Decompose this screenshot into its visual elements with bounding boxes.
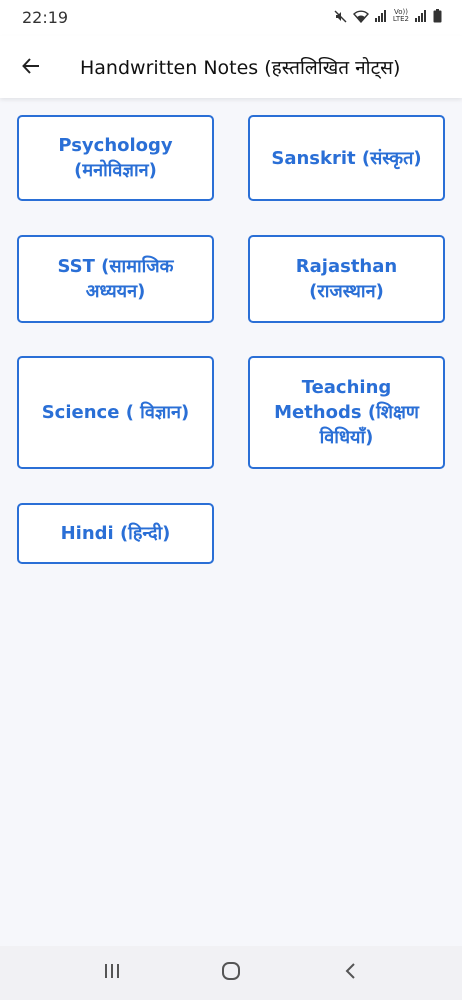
recents-button[interactable]	[97, 960, 127, 986]
nav-back-button[interactable]	[336, 960, 366, 986]
back-button[interactable]	[14, 51, 48, 85]
subject-card-label: Science ( विज्ञान)	[41, 402, 190, 423]
subject-card-sanskrit[interactable]: Sanskrit (संस्कृत)	[248, 115, 445, 201]
status-icons: Vo)) LTE2	[334, 9, 442, 23]
volte-lte2-icon: Vo)) LTE2	[393, 9, 409, 23]
subject-card-hindi[interactable]: Hindi (हिन्दी)	[17, 503, 214, 564]
lte2-label: LTE2	[392, 15, 409, 23]
subject-card-label: Sanskrit (संस्कृत)	[271, 147, 422, 169]
battery-icon	[433, 9, 442, 23]
status-time: 22:19	[22, 8, 69, 27]
subject-card-psychology[interactable]: Psychology (मनोविज्ञान)	[17, 115, 214, 201]
subject-card-label: SST (सामाजिक अध्ययन)	[57, 256, 174, 302]
subject-card-label: Hindi (हिन्दी)	[60, 523, 171, 544]
signal-icon	[374, 10, 387, 22]
page-title: Handwritten Notes (हस्तलिखित नोट्स)	[80, 57, 401, 79]
subject-card-label: Psychology (मनोविज्ञान)	[58, 135, 173, 181]
subject-card-rajasthan[interactable]: Rajasthan (राजस्थान)	[248, 235, 445, 323]
status-bar: 22:19 Vo)) LTE2	[0, 0, 462, 36]
subject-card-label: Teaching Methods (शिक्षण विधियाँ)	[274, 377, 419, 448]
subject-card-label: Rajasthan (राजस्थान)	[295, 256, 398, 302]
subject-card-teaching-methods[interactable]: Teaching Methods (शिक्षण विधियाँ)	[248, 356, 445, 469]
recents-icon	[103, 963, 121, 984]
subject-card-science[interactable]: Science ( विज्ञान)	[17, 356, 214, 469]
app-bar: Handwritten Notes (हस्तलिखित नोट्स)	[0, 36, 462, 98]
home-button[interactable]	[216, 960, 246, 986]
arrow-left-icon	[21, 56, 41, 81]
signal-icon	[415, 10, 427, 22]
system-nav-bar	[0, 946, 462, 1000]
home-icon	[221, 961, 241, 986]
mute-icon	[334, 10, 347, 23]
wifi-icon	[352, 9, 369, 23]
subject-card-sst[interactable]: SST (सामाजिक अध्ययन)	[17, 235, 214, 323]
back-icon	[344, 962, 358, 985]
